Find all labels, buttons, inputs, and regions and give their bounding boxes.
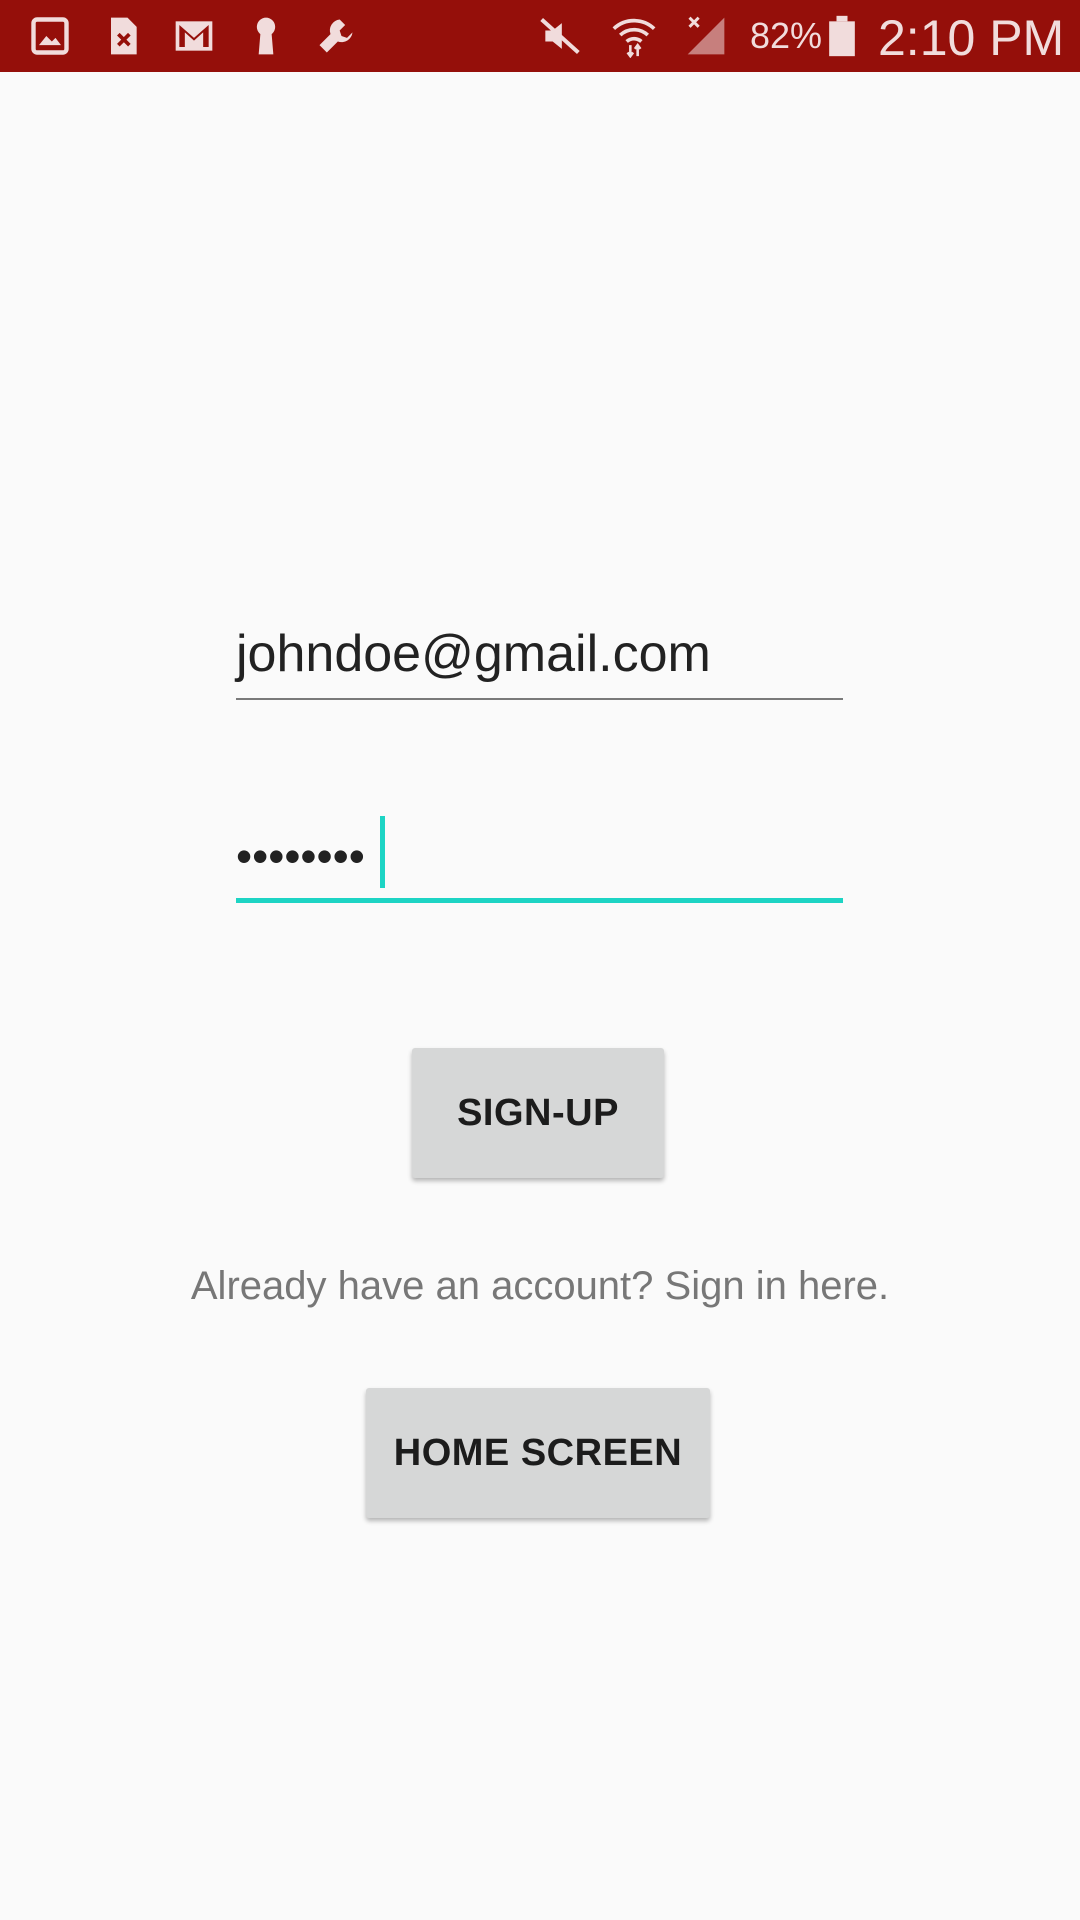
sim-error-icon xyxy=(100,14,144,58)
text-cursor xyxy=(380,816,385,888)
wifi-icon xyxy=(612,14,656,58)
signup-button[interactable]: SIGN-UP xyxy=(412,1048,664,1178)
keyhole-icon xyxy=(244,14,288,58)
no-signal-icon xyxy=(684,14,728,58)
battery-icon xyxy=(824,14,860,58)
gmail-icon xyxy=(172,14,216,58)
clock: 2:10 PM xyxy=(878,10,1065,66)
home-screen-button[interactable]: HOME SCREEN xyxy=(366,1388,710,1518)
status-bar: 82% 2:10 PM xyxy=(0,0,1080,72)
signin-link[interactable]: Already have an account? Sign in here. xyxy=(0,1262,1080,1310)
wrench-icon xyxy=(314,14,358,58)
battery-percent: 82% xyxy=(750,15,823,56)
email-value: johndoe@gmail.com xyxy=(236,625,711,683)
email-field[interactable]: johndoe@gmail.com xyxy=(236,618,843,700)
signup-screen: 82% 2:10 PM johndoe@gmail.com •••••••• S… xyxy=(0,0,1080,1920)
password-value: •••••••• xyxy=(236,830,365,882)
mute-icon xyxy=(538,14,582,58)
password-field[interactable]: •••••••• xyxy=(236,808,843,903)
gallery-icon xyxy=(28,14,72,58)
